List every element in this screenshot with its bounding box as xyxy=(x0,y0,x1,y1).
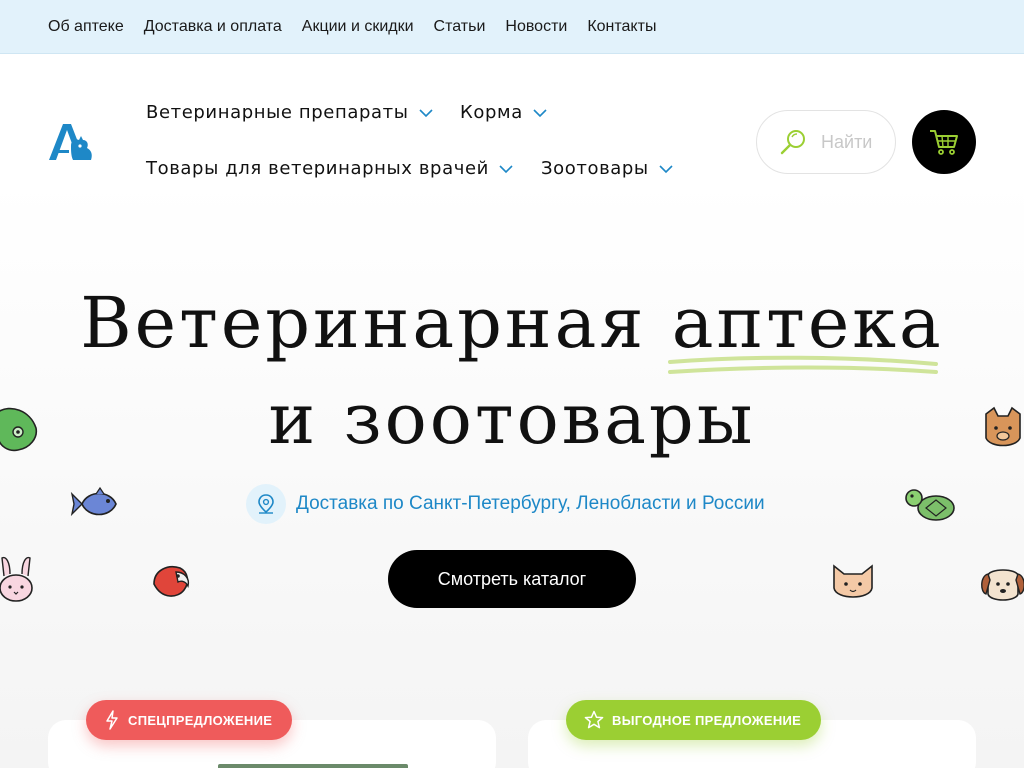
delivery-text: Доставка по Санкт-Петербургу, Ленобласти… xyxy=(296,493,765,514)
topbar-link-promotions[interactable]: Акции и скидки xyxy=(302,18,414,36)
nav-vet-drugs[interactable]: Ветеринарные препараты xyxy=(146,102,433,123)
nav-pet-goods[interactable]: Зоотовары xyxy=(541,158,673,179)
chevron-down-icon xyxy=(418,108,433,117)
star-icon xyxy=(584,710,604,729)
hero-title-line1: Ветеринарная аптека xyxy=(0,282,1024,374)
topbar-link-about[interactable]: Об аптеке xyxy=(48,18,124,36)
chameleon-icon xyxy=(0,407,38,452)
topbar-link-articles[interactable]: Статьи xyxy=(434,18,486,36)
cart-button[interactable] xyxy=(912,110,976,174)
dog-icon xyxy=(981,569,1024,601)
search-input[interactable] xyxy=(821,131,881,153)
top-bar: Об аптеке Доставка и оплата Акции и скид… xyxy=(0,0,1024,54)
topbar-link-delivery[interactable]: Доставка и оплата xyxy=(144,18,282,36)
nav-food-label: Корма xyxy=(460,102,523,123)
search-icon xyxy=(780,130,805,155)
chevron-down-icon xyxy=(659,164,673,173)
hamster-icon xyxy=(985,406,1021,447)
hero-title-highlight: аптека xyxy=(671,282,944,364)
hero-title-highlight-wrap: аптека xyxy=(667,282,944,374)
rabbit-icon xyxy=(0,556,33,602)
nav-vet-doctor-goods-label: Товары для ветеринарных врачей xyxy=(146,158,489,179)
location-pin-icon-circle xyxy=(246,484,286,524)
cat-icon xyxy=(833,564,873,598)
logo-a-pet-icon xyxy=(49,124,92,160)
special-offer-badge-label: СПЕЦПРЕДЛОЖЕНИЕ xyxy=(128,712,273,728)
nav-vet-drugs-label: Ветеринарные препараты xyxy=(146,102,409,123)
site-logo[interactable] xyxy=(47,120,95,164)
hero-title-line2: и зоотовары xyxy=(268,378,756,460)
special-offer-badge: СПЕЦПРЕДЛОЖЕНИЕ xyxy=(86,700,293,740)
topbar-link-news[interactable]: Новости xyxy=(505,18,567,36)
profitable-offer-badge-label: ВЫГОДНОЕ ПРЕДЛОЖЕНИЕ xyxy=(612,712,802,728)
search-box[interactable] xyxy=(756,110,896,174)
view-catalog-button[interactable]: Смотреть каталог xyxy=(388,550,636,608)
delivery-info: Доставка по Санкт-Петербургу, Ленобласти… xyxy=(246,484,765,524)
chevron-down-icon xyxy=(533,108,547,117)
nav-food[interactable]: Корма xyxy=(460,102,547,123)
cart-icon xyxy=(930,130,958,155)
topbar-link-contacts[interactable]: Контакты xyxy=(587,18,656,36)
lightning-icon xyxy=(106,710,118,730)
nav-pet-goods-label: Зоотовары xyxy=(541,158,649,179)
chevron-down-icon xyxy=(499,164,513,173)
highlight-underline-decoration xyxy=(667,355,938,374)
parrot-icon xyxy=(153,566,190,597)
location-pin-icon xyxy=(258,494,274,514)
profitable-offer-badge: ВЫГОДНОЕ ПРЕДЛОЖЕНИЕ xyxy=(566,700,822,740)
nav-vet-doctor-goods[interactable]: Товары для ветеринарных врачей xyxy=(146,158,513,179)
turtle-icon xyxy=(905,489,955,521)
hero-title-part1: Ветеринарная xyxy=(80,282,647,364)
fish-icon xyxy=(70,486,117,517)
product-image-edge xyxy=(218,764,408,768)
